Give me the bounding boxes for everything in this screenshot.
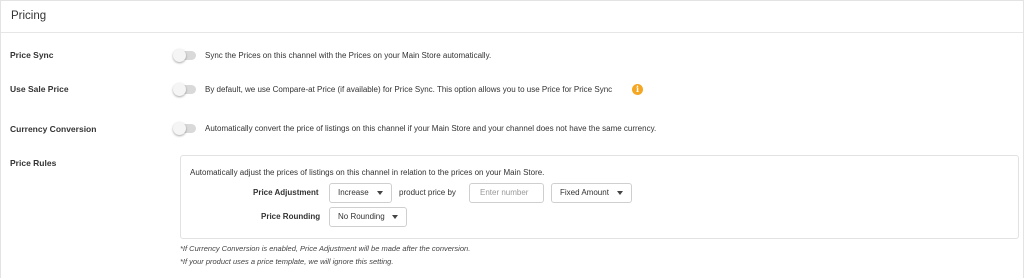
price-adjustment-label: Price Adjustment (253, 188, 319, 197)
currency-conversion-label: Currency Conversion (10, 124, 97, 134)
price-template-note: *If your product uses a price template, … (180, 257, 394, 266)
adjustment-direction-select[interactable]: Increase (329, 183, 392, 203)
adjustment-connector-text: product price by (399, 188, 456, 197)
price-rounding-value: No Rounding (338, 212, 385, 221)
toggle-knob (173, 49, 186, 62)
toggle-knob (173, 83, 186, 96)
toggle-knob (173, 122, 186, 135)
price-sync-description: Sync the Prices on this channel with the… (205, 51, 492, 60)
currency-conversion-description: Automatically convert the price of listi… (205, 124, 657, 133)
price-rounding-select[interactable]: No Rounding (329, 207, 407, 227)
price-sync-label: Price Sync (10, 50, 54, 60)
panel-header: Pricing (1, 1, 1023, 33)
adjustment-type-select[interactable]: Fixed Amount (551, 183, 632, 203)
chevron-down-icon (392, 215, 398, 219)
chevron-down-icon (617, 191, 623, 195)
use-sale-price-label: Use Sale Price (10, 84, 69, 94)
price-rules-description: Automatically adjust the prices of listi… (190, 168, 545, 177)
adjustment-amount-input[interactable]: Enter number (469, 183, 544, 203)
price-sync-toggle[interactable] (173, 49, 196, 62)
info-icon[interactable]: i (632, 84, 643, 95)
adjustment-direction-value: Increase (338, 188, 369, 197)
adjustment-amount-placeholder: Enter number (480, 188, 529, 197)
use-sale-price-toggle[interactable] (173, 83, 196, 96)
price-rounding-label: Price Rounding (261, 212, 321, 221)
currency-conversion-toggle[interactable] (173, 122, 196, 135)
section-title: Pricing (11, 10, 47, 22)
price-rules-label: Price Rules (10, 158, 57, 168)
adjustment-type-value: Fixed Amount (560, 188, 609, 197)
currency-conversion-note: *If Currency Conversion is enabled, Pric… (180, 244, 471, 253)
chevron-down-icon (377, 191, 383, 195)
use-sale-price-description: By default, we use Compare-at Price (if … (205, 85, 613, 94)
